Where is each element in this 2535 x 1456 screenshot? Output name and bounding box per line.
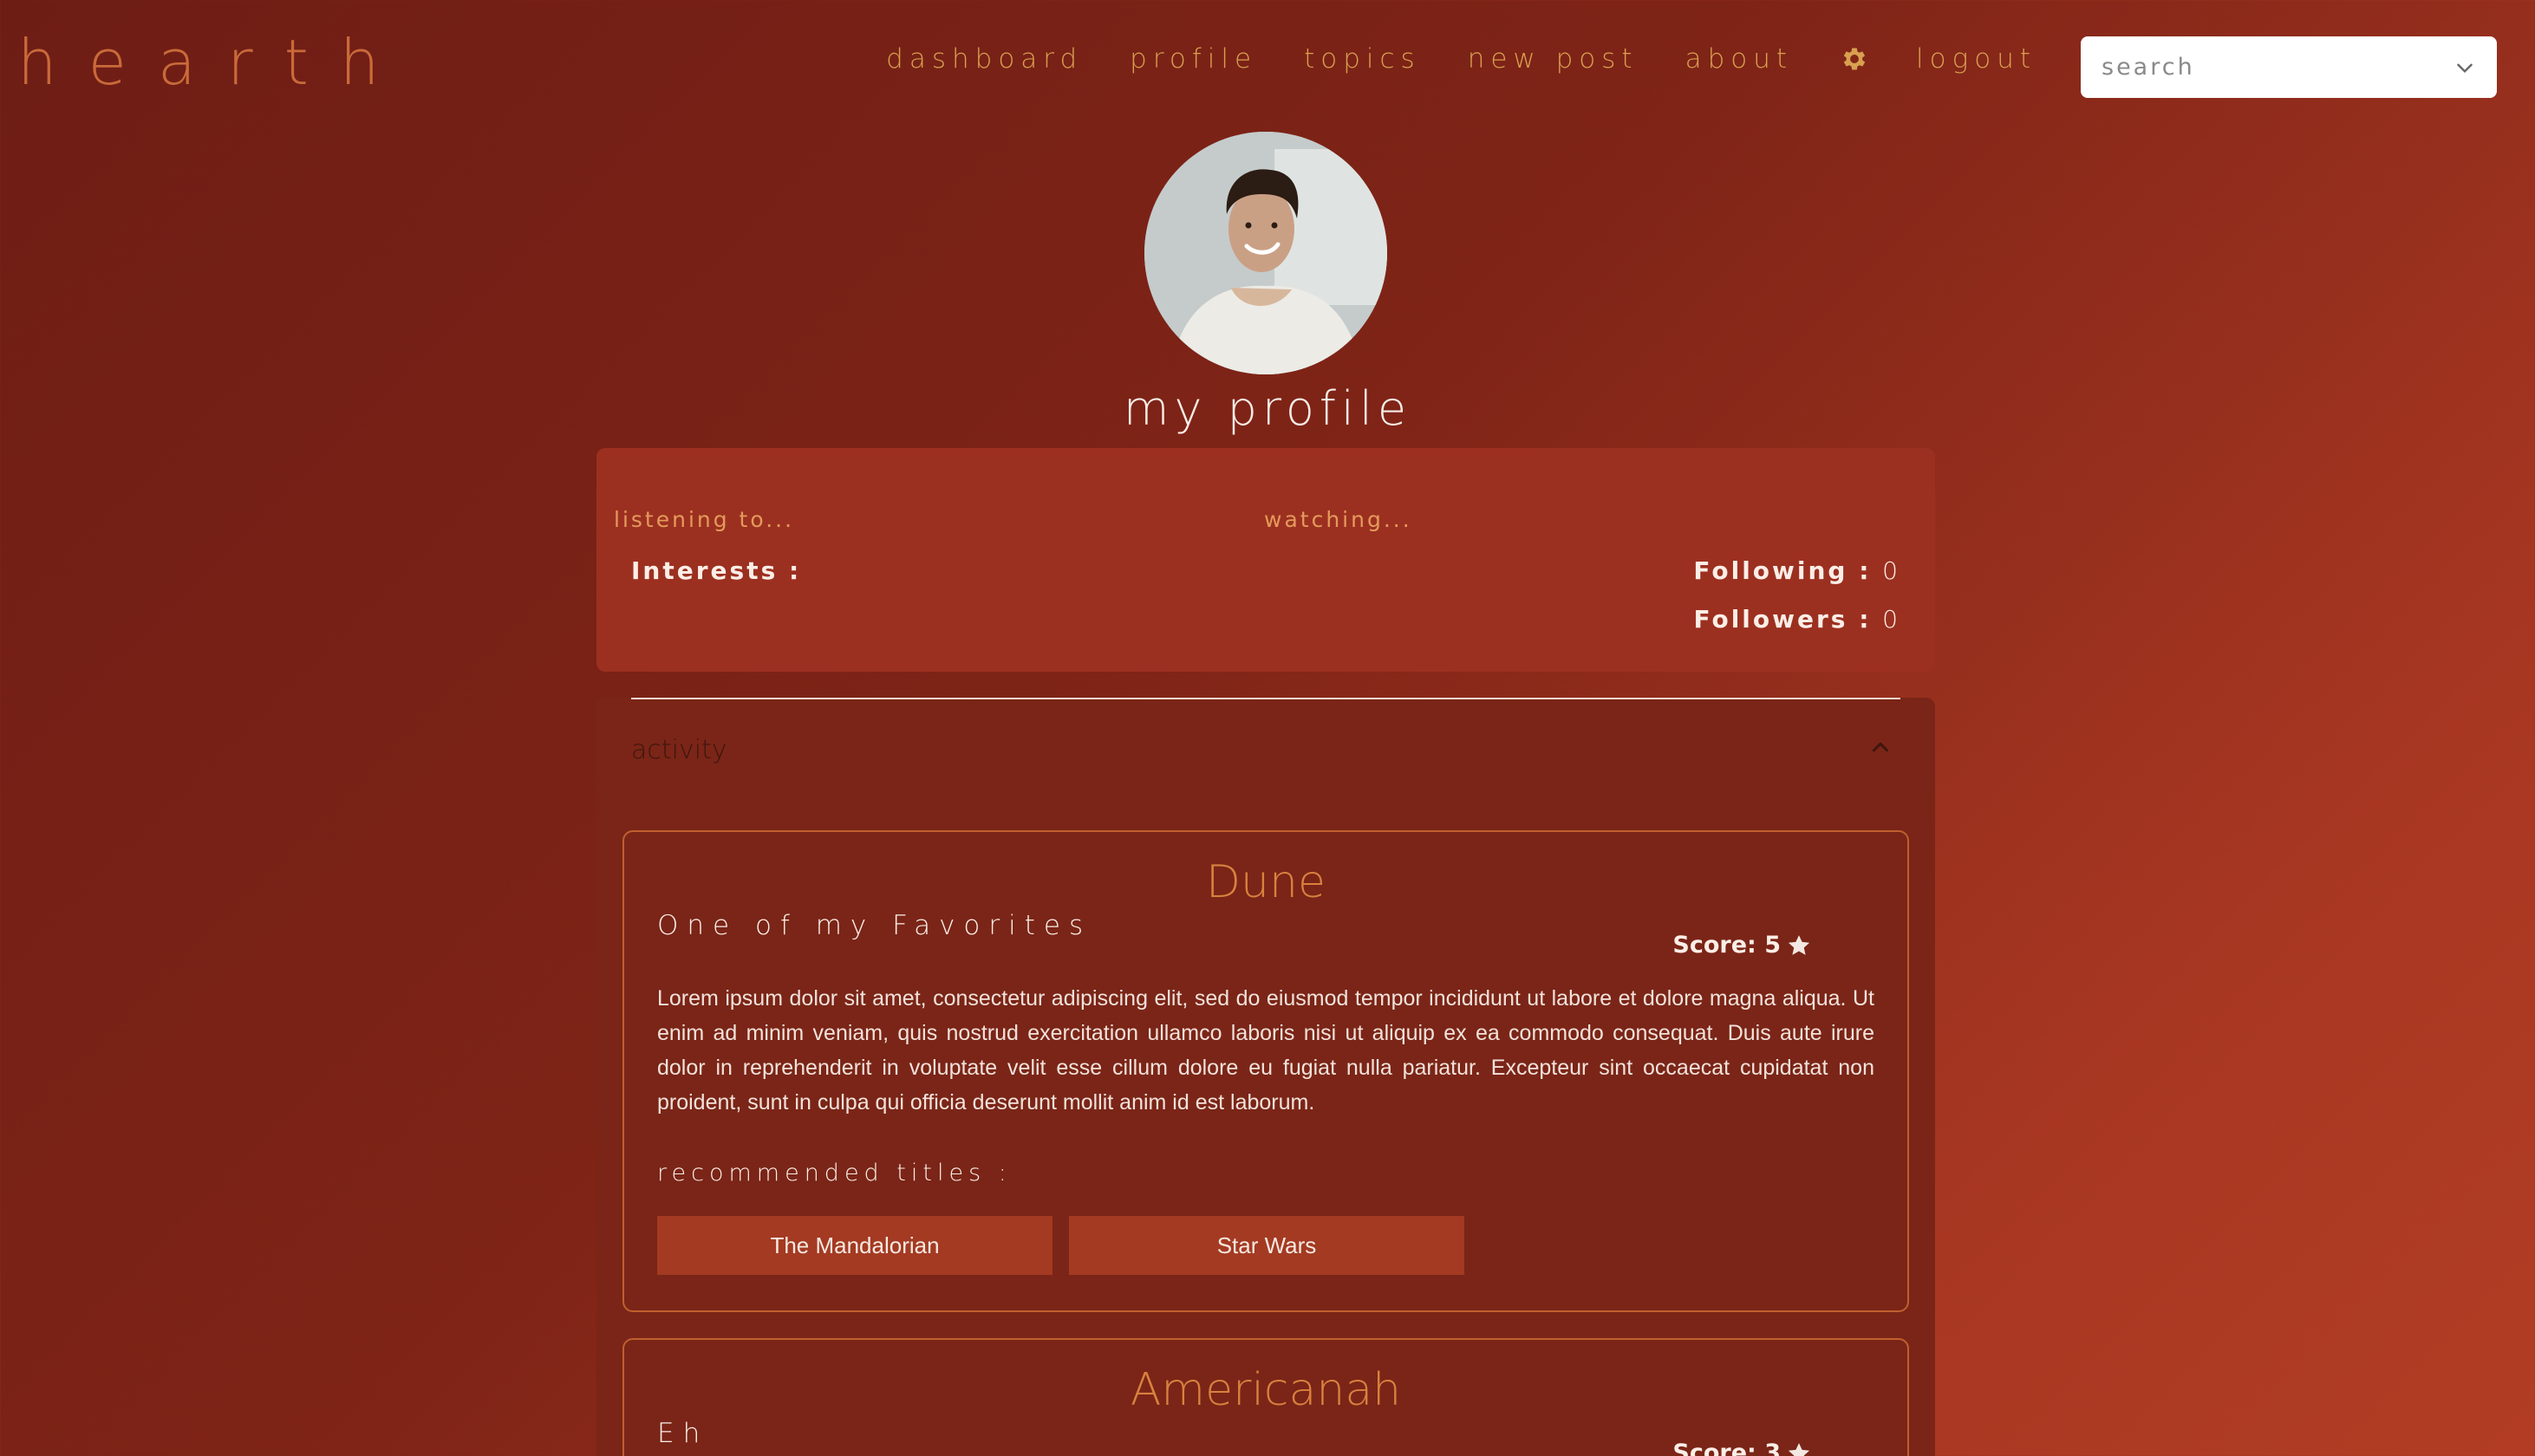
chevron-up-icon[interactable] bbox=[1867, 734, 1893, 760]
profile-card: listening to... watching... Interests : … bbox=[596, 448, 1935, 672]
score-text: Score: 3 bbox=[1672, 1440, 1781, 1456]
nav-dashboard[interactable]: dashboard bbox=[886, 43, 1083, 75]
recommended-title-button[interactable]: The Mandalorian bbox=[657, 1216, 1052, 1275]
avatar-photo bbox=[1144, 132, 1387, 374]
search-input[interactable] bbox=[2102, 54, 2454, 81]
brand-logo[interactable]: hearth bbox=[17, 26, 411, 99]
post-subtitle: One of my Favorites bbox=[657, 910, 1092, 941]
star-icon bbox=[1788, 934, 1810, 955]
chevron-down-icon[interactable] bbox=[2454, 56, 2476, 79]
activity-toggle[interactable]: activity bbox=[631, 735, 727, 765]
recommended-label: recommended titles : bbox=[657, 1160, 1012, 1186]
following-label: Following : bbox=[1693, 556, 1872, 585]
main-nav: dashboard profile topics new post about … bbox=[886, 43, 2036, 75]
interests-label: Interests : bbox=[631, 556, 802, 585]
divider bbox=[631, 698, 1900, 699]
post-card[interactable]: Americanah Eh Score: 3 bbox=[622, 1338, 1909, 1456]
star-icon bbox=[1788, 1442, 1810, 1456]
post-title[interactable]: Americanah bbox=[624, 1364, 1907, 1416]
nav-profile[interactable]: profile bbox=[1130, 43, 1257, 75]
activity-panel: activity Dune One of my Favorites Score:… bbox=[596, 698, 1935, 1456]
post-score: Score: 3 bbox=[1672, 1440, 1812, 1456]
gear-icon[interactable] bbox=[1840, 44, 1869, 74]
following-count: 0 bbox=[1882, 556, 1900, 585]
nav-topics[interactable]: topics bbox=[1304, 43, 1421, 75]
post-subtitle: Eh bbox=[657, 1418, 709, 1449]
nav-logout[interactable]: logout bbox=[1916, 43, 2036, 75]
nav-new-post[interactable]: new post bbox=[1468, 43, 1639, 75]
post-body: Lorem ipsum dolor sit amet, consectetur … bbox=[657, 986, 1874, 1115]
followers-count: 0 bbox=[1882, 605, 1900, 634]
post-title[interactable]: Dune bbox=[624, 856, 1907, 908]
post-score: Score: 5 bbox=[1672, 932, 1812, 959]
avatar[interactable] bbox=[1144, 132, 1387, 374]
recommended-title-button[interactable]: Star Wars bbox=[1069, 1216, 1464, 1275]
score-text: Score: 5 bbox=[1672, 932, 1781, 959]
page-title: my profile bbox=[1123, 381, 1412, 436]
followers-stat[interactable]: Followers : 0 bbox=[1693, 605, 1900, 634]
nav-about[interactable]: about bbox=[1685, 43, 1793, 75]
post-card[interactable]: Dune One of my Favorites Score: 5 Lorem … bbox=[622, 830, 1909, 1312]
listening-ticker: listening to... bbox=[614, 507, 795, 532]
search-box[interactable] bbox=[2081, 36, 2497, 98]
following-stat[interactable]: Following : 0 bbox=[1693, 556, 1900, 585]
followers-label: Followers : bbox=[1693, 605, 1872, 634]
watching-ticker: watching... bbox=[1264, 507, 1412, 532]
